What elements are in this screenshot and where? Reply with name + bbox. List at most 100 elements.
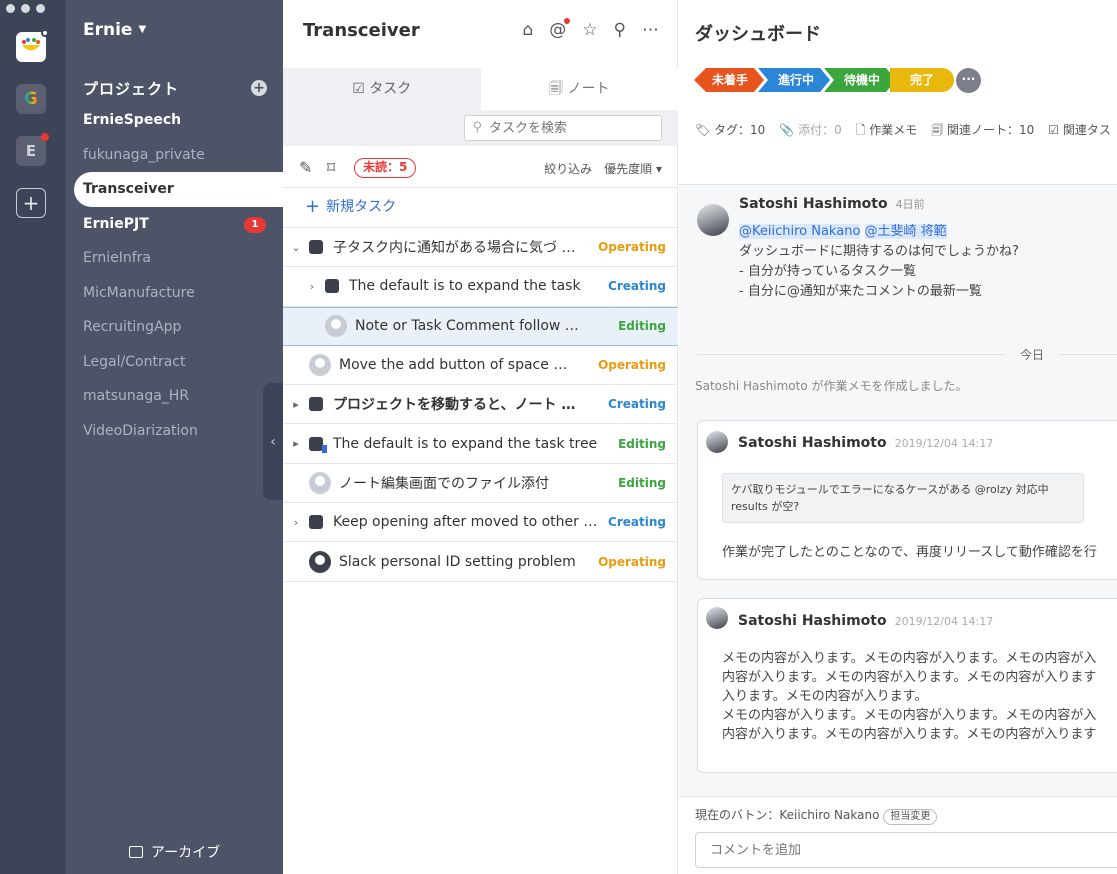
task-stack-icon [306,397,323,412]
sidebar-item-project[interactable]: ErnieSpeech [66,103,283,138]
card-author: Satoshi Hashimoto 2019/12/04 14:17 [738,613,994,629]
comment-input[interactable] [695,832,1117,868]
project-sidebar: Ernie ▼ プロジェクト + ErnieSpeech fukunaga_priv… [66,0,283,874]
workspace-e-icon[interactable]: E [16,133,49,166]
related-tasks-link[interactable]: ☑ 関連タス [1048,121,1111,142]
search-icon[interactable]: ⚲ [614,20,626,40]
detail-panel: ダッシュボード 未着手 進行中 待機中 完了 ··· 🏷 タグ：10 📎 添付：0 🗋… [679,0,1117,874]
task-row[interactable]: Note or Task Comment follow … Editing [283,306,678,346]
mention-link[interactable]: @土斐崎 将範 [864,224,947,239]
status-badge: Editing [618,475,666,490]
baton-status: 現在のバトン：Keiichiro Nakano 担当変更 [695,806,938,825]
meta-row: 🏷 タグ：10 📎 添付：0 🗋 作業メモ 🗐 関連ノート：10 ☑ 関連タス [695,121,1111,142]
pipeline-stage[interactable]: 完了 [890,68,955,92]
status-badge: Editing [618,436,666,451]
sidebar-item-project[interactable]: fukunaga_private [66,138,283,173]
expand-chevron-icon[interactable]: › [289,516,303,529]
filter-row: ✎ ⌑ 未読：5 絞り込み 優先度順 ▾ [283,146,678,188]
memo-card: Satoshi Hashimoto 2019/12/04 14:17 ケバ取りモジ… [697,420,1117,580]
expand-chevron-icon[interactable]: ▸ [289,398,303,411]
star-icon[interactable]: ☆ [582,20,597,40]
home-icon[interactable]: ⌂ [523,20,534,40]
expand-chevron-icon[interactable]: › [305,280,319,293]
task-row[interactable]: ⌄ 子タスク内に通知がある場合に気づ … Operating [283,228,678,268]
archive-button[interactable]: アーカイブ [66,842,283,862]
expand-chevron-icon[interactable]: ⌄ [289,241,303,254]
status-badge: Creating [608,397,666,412]
task-row[interactable]: Slack personal ID setting problem Operati… [283,542,678,582]
workspace-g-icon[interactable]: G [16,84,46,114]
status-badge: Operating [598,358,666,373]
chevron-left-icon: ‹ [270,433,276,450]
expand-chevron-icon[interactable]: ▸ [289,437,303,450]
pipeline-stage[interactable]: 待機中 [824,68,896,92]
mention-link[interactable]: @Keiichiro Nakano [739,224,861,239]
related-notes-link[interactable]: 🗐 関連ノート：10 [931,121,1034,142]
add-project-icon[interactable]: + [251,80,267,96]
task-note-tabs: ☑ タスク 🗐 ノート [283,68,678,110]
workspace-rail: G E + [0,0,66,874]
window-controls[interactable] [6,4,45,13]
card-author: Satoshi Hashimoto 2019/12/04 14:17 [738,435,994,451]
more-options-button[interactable]: ··· [956,68,981,93]
sidebar-item-project[interactable]: ErniePJT 1 [66,207,283,242]
detail-title: ダッシュボード [695,24,821,45]
pencil-icon[interactable]: ✎ [299,158,312,177]
status-badge: Operating [598,554,666,569]
tab-tasks[interactable]: ☑ タスク [283,68,481,110]
pipeline-stage[interactable]: 進行中 [758,68,830,92]
sidebar-item-project[interactable]: ErnieInfra [66,241,283,276]
task-row[interactable]: ▸ The default is to expand the task tree E… [283,424,678,464]
sort-filter-dropdown[interactable]: 絞り込み 優先度順 ▾ [544,160,662,177]
task-row[interactable]: ノート編集画面でのファイル添付 Editing [283,464,678,504]
avatar [325,315,347,338]
card-text: メモの内容が入ります。メモの内容が入ります。メモの内容が入 内容が入ります。メモ… [722,651,1097,742]
activity-feed: Satoshi Hashimoto 4日前 @Keiichiro Nakano @… [679,186,1117,796]
collapse-sidebar-handle[interactable]: ‹ [263,383,283,500]
task-stack-icon [306,240,323,255]
project-title: Transceiver [303,20,420,41]
task-stack-icon [306,515,323,530]
unread-filter[interactable]: 未読：5 [354,158,417,178]
mention-icon[interactable]: @ [549,18,571,40]
memo-card: Satoshi Hashimoto 2019/12/04 14:17 メモの内容が… [697,598,1117,773]
work-memo-link[interactable]: 🗋 作業メモ [856,121,917,142]
task-row[interactable]: › Keep opening after moved to other … Crea… [283,503,678,543]
sidebar-item-project[interactable]: Legal/Contract [66,345,283,380]
task-row[interactable]: › The default is to expand the task Creati… [283,267,678,307]
more-icon[interactable]: ⋯ [642,20,659,40]
sidebar-item-project[interactable]: RecruitingApp [66,310,283,345]
sidebar-item-project[interactable]: MicManufacture [66,276,283,311]
change-assignee-button[interactable]: 担当変更 [883,809,938,825]
date-divider-label: 今日 [1006,346,1059,363]
plus-icon: + [305,196,321,217]
pipeline-stage[interactable]: 未着手 [694,68,764,92]
sidebar-item-project[interactable]: VideoDiarization [66,414,283,449]
avatar [706,431,728,453]
sidebar-item-project[interactable]: Transceiver [74,172,283,207]
avatar [309,550,331,573]
project-toolbar: ⌂ @ ☆ ⚲ ⋯ [523,18,659,40]
add-workspace-button[interactable]: + [16,188,46,218]
detail-header: ダッシュボード 未着手 進行中 待機中 完了 ··· 🏷 タグ：10 📎 添付：0 🗋… [679,0,1117,185]
comment-composer: 現在のバトン：Keiichiro Nakano 担当変更 [679,796,1117,874]
avatar [706,607,728,629]
tab-notes[interactable]: 🗐 ノート [480,68,678,110]
bookmark-icon[interactable]: ⌑ [327,158,335,177]
unread-badge: 1 [244,216,266,233]
task-row[interactable]: ▸ プロジェクトを移動すると、ノート … Creating [283,385,678,425]
new-task-button[interactable]: + 新規タスク [305,196,396,217]
task-row[interactable]: Move the add button of space … Operating [283,346,678,386]
org-switcher[interactable]: Ernie ▼ [83,20,146,40]
task-list: ⌄ 子タスク内に通知がある場合に気づ … Operating › The default… [283,227,678,582]
status-badge: Operating [598,240,666,255]
avatar [697,204,729,236]
status-pipeline: 未着手 進行中 待機中 完了 [694,68,955,92]
attachments-link[interactable]: 📎 添付：0 [779,121,841,142]
task-search-input[interactable] [464,115,662,141]
tags-link[interactable]: 🏷 タグ：10 [695,121,765,142]
projects-heading: プロジェクト [83,80,180,98]
sidebar-item-project[interactable]: matsunaga_HR [66,379,283,414]
task-panel: Transceiver ⌂ @ ☆ ⚲ ⋯ ☑ タスク 🗐 ノート ⚲ ✎ ⌑ … [283,0,678,874]
workspace-ernie-icon[interactable] [16,29,49,62]
